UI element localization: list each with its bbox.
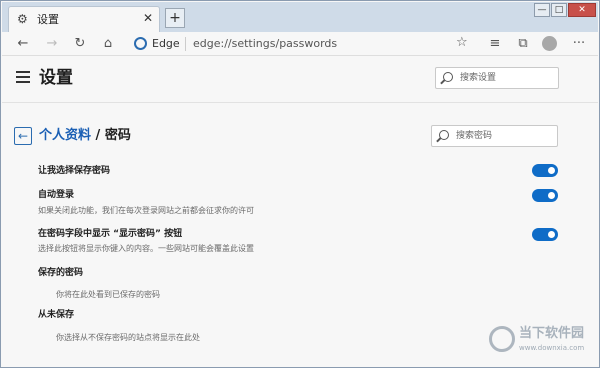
autosignin-description: 如果关闭此功能，我们在每次登录网站之前都会征求你的许可 xyxy=(38,206,254,215)
browser-toolbar: ← → ↻ ⌂ Edge edge://settings/passwords ☆… xyxy=(2,32,598,56)
offer-save-label: 让我选择保存密码 xyxy=(38,166,111,176)
favorite-star-icon[interactable]: ☆ xyxy=(456,35,468,51)
maximize-button[interactable]: □ xyxy=(551,3,567,17)
forward-icon[interactable]: → xyxy=(43,35,61,53)
saved-passwords-empty: 你将在此处看到已保存的密码 xyxy=(56,290,160,299)
breadcrumb: 个人资料 / 密码 xyxy=(39,127,131,145)
settings-search[interactable] xyxy=(435,67,559,89)
browser-window: ⚙ 设置 ✕ + — □ ✕ ← → ↻ ⌂ Edge edge://setti… xyxy=(0,0,600,368)
saved-passwords-heading: 保存的密码 xyxy=(38,268,84,278)
breadcrumb-profile-link[interactable]: 个人资料 xyxy=(39,128,91,143)
refresh-icon[interactable]: ↻ xyxy=(71,35,89,53)
autosignin-label: 自动登录 xyxy=(38,190,75,200)
back-icon[interactable]: ← xyxy=(14,35,32,53)
close-icon[interactable]: ✕ xyxy=(143,11,153,25)
autosignin-toggle[interactable] xyxy=(532,189,558,202)
never-saved-heading: 从未保存 xyxy=(38,310,75,320)
menu-icon[interactable]: ··· xyxy=(570,35,588,53)
address-brand: Edge xyxy=(152,37,180,50)
minimize-button[interactable]: — xyxy=(534,3,550,17)
address-url[interactable]: edge://settings/passwords xyxy=(193,37,337,51)
reveal-button-toggle[interactable] xyxy=(532,228,558,241)
collections-icon[interactable]: ⧉ xyxy=(514,35,532,53)
search-passwords-input[interactable] xyxy=(456,129,551,143)
search-settings-input[interactable] xyxy=(460,71,555,85)
address-bar[interactable]: Edge edge://settings/passwords ☆ xyxy=(122,33,477,55)
favorites-icon[interactable]: ≡ xyxy=(486,35,504,53)
back-button[interactable]: ← xyxy=(14,127,32,145)
window-close-button[interactable]: ✕ xyxy=(568,3,596,17)
password-search[interactable] xyxy=(431,125,558,147)
watermark-url: www.downxia.com xyxy=(519,344,585,352)
offer-save-toggle[interactable] xyxy=(532,164,558,177)
settings-header: 设置 xyxy=(2,57,598,103)
breadcrumb-current: 密码 xyxy=(104,128,131,143)
page-title: 设置 xyxy=(39,68,73,88)
search-icon xyxy=(439,130,449,140)
breadcrumb-separator: / xyxy=(91,128,105,143)
watermark-name: 当下软件园 xyxy=(519,326,585,341)
edge-logo-icon xyxy=(134,37,147,50)
new-tab-button[interactable]: + xyxy=(165,8,185,28)
never-saved-empty: 你选择从不保存密码的站点将显示在此处 xyxy=(56,333,200,342)
gear-icon: ⚙ xyxy=(17,12,28,26)
search-icon xyxy=(443,72,453,82)
tab-settings[interactable]: ⚙ 设置 ✕ xyxy=(8,6,160,32)
watermark-logo-icon xyxy=(489,326,515,352)
tab-strip: ⚙ 设置 ✕ + — □ ✕ xyxy=(2,2,598,32)
reveal-button-label: 在密码字段中显示 “显示密码” 按钮 xyxy=(38,229,183,239)
avatar[interactable] xyxy=(542,36,557,51)
home-icon[interactable]: ⌂ xyxy=(99,35,117,53)
address-divider xyxy=(185,37,186,51)
tab-title: 设置 xyxy=(37,13,59,26)
hamburger-menu-icon[interactable] xyxy=(16,71,30,83)
reveal-button-description: 选择此按钮将显示你键入的内容。一些网站可能会覆盖此设置 xyxy=(38,244,254,253)
